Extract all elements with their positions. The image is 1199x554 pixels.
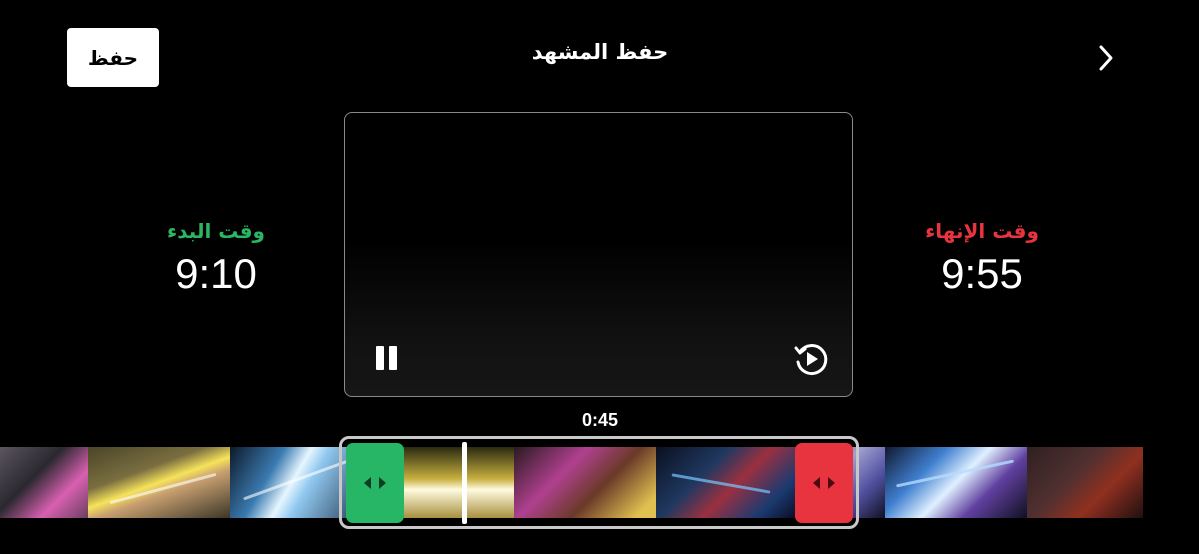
drag-arrows-icon <box>364 477 386 489</box>
filmstrip-frame <box>88 447 230 518</box>
back-button[interactable] <box>1088 40 1124 76</box>
pause-icon <box>376 346 397 370</box>
save-button[interactable]: حفظ <box>67 28 159 87</box>
replay-button[interactable] <box>792 340 830 378</box>
chevron-right-icon <box>1099 45 1113 71</box>
filmstrip-frame <box>0 447 88 518</box>
trim-selection <box>339 436 859 529</box>
end-time-value: 9:55 <box>941 250 1023 297</box>
start-trim-handle[interactable] <box>346 443 404 523</box>
video-player[interactable] <box>344 112 853 397</box>
replay-icon <box>794 344 828 376</box>
start-time-label: وقت البدء <box>167 219 265 243</box>
pause-button[interactable] <box>373 343 401 373</box>
drag-arrows-icon <box>813 477 835 489</box>
page-title: حفظ المشهد <box>531 40 669 64</box>
end-time-label: وقت الإنهاء <box>925 219 1039 243</box>
playhead[interactable] <box>462 442 467 524</box>
clip-duration: 0:45 <box>581 410 619 430</box>
start-time-value: 9:10 <box>175 250 257 297</box>
end-trim-handle[interactable] <box>795 443 853 523</box>
filmstrip-frame <box>885 447 1027 518</box>
filmstrip-frame <box>1027 447 1143 518</box>
